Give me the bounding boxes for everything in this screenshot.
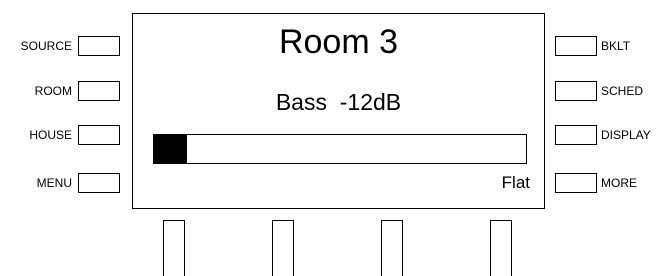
bklt-button[interactable] <box>555 36 597 56</box>
bottom-button-1[interactable] <box>163 220 185 276</box>
bass-level-fill <box>154 135 188 163</box>
more-button[interactable] <box>555 173 597 193</box>
display-button[interactable] <box>555 125 597 145</box>
lcd-display: Room 3 Bass -12dB Flat <box>132 13 545 209</box>
bklt-label: BKLT <box>601 39 631 53</box>
house-button[interactable] <box>78 125 120 145</box>
display-label: DISPLAY <box>601 128 651 142</box>
bass-level-bar <box>153 134 527 164</box>
sched-label: SCHED <box>601 84 644 98</box>
eq-status: Flat <box>501 173 530 192</box>
menu-label: MENU <box>36 176 72 190</box>
menu-button[interactable] <box>78 173 120 193</box>
room-title: Room 3 <box>278 23 399 61</box>
room-label: ROOM <box>34 84 72 98</box>
bottom-button-2[interactable] <box>272 220 294 276</box>
source-label: SOURCE <box>20 39 72 53</box>
more-label: MORE <box>601 176 637 190</box>
source-button[interactable] <box>78 36 120 56</box>
room-button[interactable] <box>78 81 120 101</box>
sched-button[interactable] <box>555 81 597 101</box>
bottom-button-3[interactable] <box>381 220 403 276</box>
bottom-button-4[interactable] <box>490 220 512 276</box>
bass-level-text: Bass -12dB <box>275 89 402 115</box>
house-label: HOUSE <box>29 128 72 142</box>
